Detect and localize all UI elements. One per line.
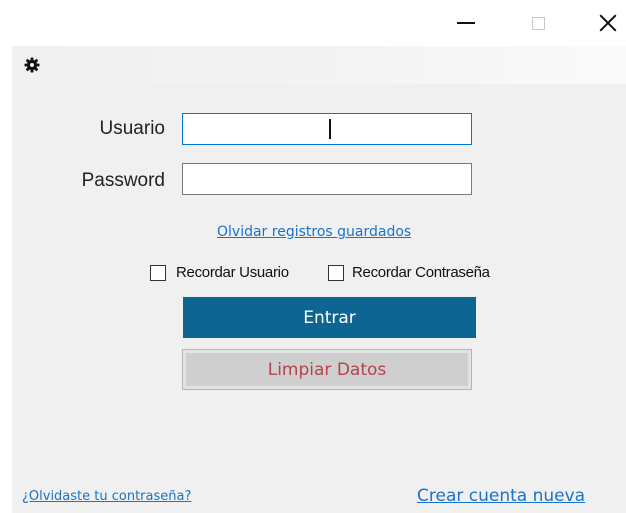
remember-password-label[interactable]: Recordar Contraseña <box>352 264 490 281</box>
password-label: Password <box>81 170 165 191</box>
password-input[interactable] <box>182 163 472 195</box>
close-button[interactable] <box>588 8 626 38</box>
maximize-icon <box>531 16 545 30</box>
text-caret <box>329 119 331 139</box>
remember-user-label[interactable]: Recordar Usuario <box>176 264 289 281</box>
title-bar <box>0 0 626 46</box>
remember-password-checkbox[interactable] <box>328 265 344 281</box>
minimize-button[interactable] <box>446 8 486 38</box>
enter-button[interactable]: Entrar <box>183 297 476 338</box>
create-account-link[interactable]: Crear cuenta nueva <box>417 486 585 506</box>
maximize-button[interactable] <box>518 8 558 38</box>
close-icon <box>599 14 617 32</box>
gear-icon[interactable] <box>24 57 40 73</box>
toolbar <box>12 46 626 84</box>
minimize-icon <box>457 22 475 24</box>
user-label: Usuario <box>99 118 165 139</box>
forgot-password-link[interactable]: ¿Olvidaste tu contraseña? <box>22 489 191 504</box>
forget-saved-link[interactable]: Olvidar registros guardados <box>217 224 411 240</box>
clear-button[interactable]: Limpiar Datos <box>182 349 472 390</box>
remember-user-checkbox[interactable] <box>150 265 166 281</box>
user-input[interactable] <box>182 113 472 145</box>
